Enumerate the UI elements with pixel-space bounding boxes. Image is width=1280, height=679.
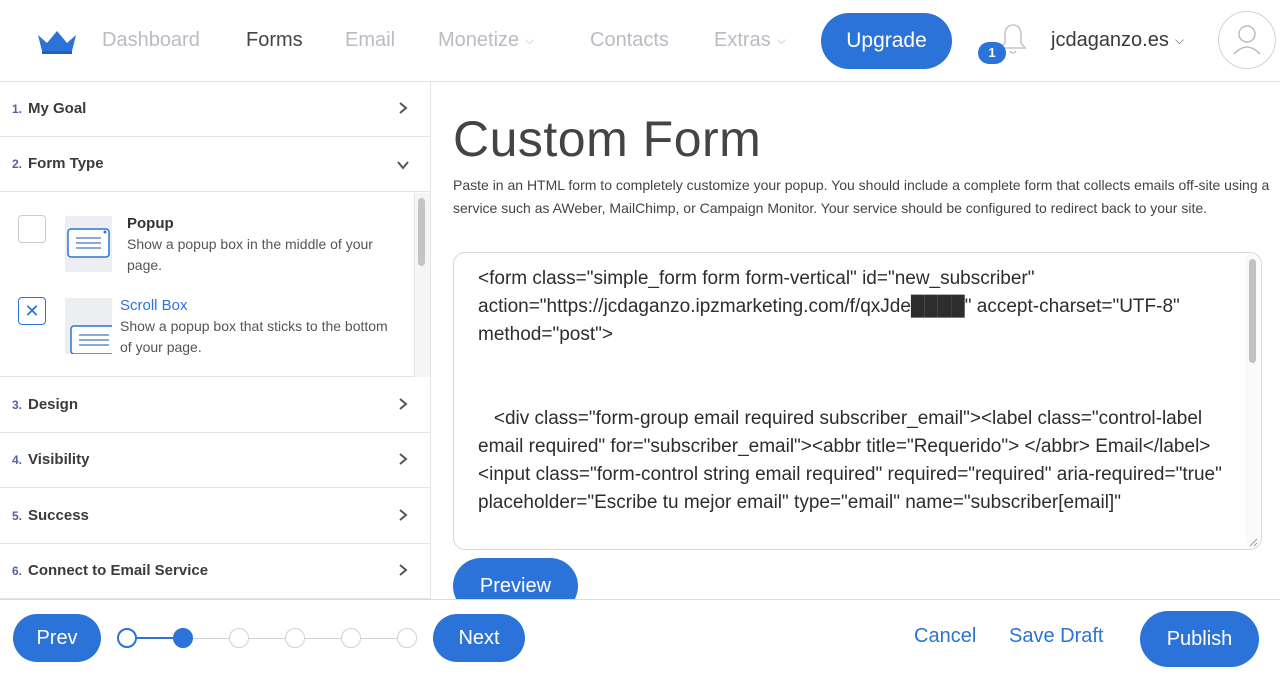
account-menu[interactable]: jcdaganzo.es ⌵ [1051, 29, 1184, 52]
progress-dot[interactable] [397, 628, 417, 648]
wizard-sidebar: 1. My Goal 2. Form Type Popup Show a pop… [0, 82, 431, 599]
popup-checkbox[interactable] [18, 215, 46, 243]
notification-count-badge: 1 [978, 42, 1006, 64]
next-button[interactable]: Next [433, 614, 525, 662]
avatar[interactable] [1218, 11, 1276, 69]
crown-logo-icon[interactable] [36, 29, 78, 55]
progress-line-complete [135, 637, 175, 639]
resize-handle-icon[interactable] [1248, 537, 1258, 547]
progress-dot[interactable] [229, 628, 249, 648]
form-type-options: Popup Show a popup box in the middle of … [0, 193, 430, 377]
scroll-box-layout-icon [70, 325, 116, 355]
nav-monetize[interactable]: Monetize ⌵ [438, 29, 534, 52]
chevron-down-icon [397, 161, 409, 170]
step-label: Design [28, 396, 79, 413]
step-number: 6. [12, 564, 23, 578]
step-success[interactable]: 5. Success [0, 489, 430, 544]
custom-form-html-textarea[interactable]: <form class="simple_form form form-verti… [453, 252, 1262, 550]
step-label: Success [28, 507, 89, 524]
nav-dashboard[interactable]: Dashboard [102, 29, 200, 52]
step-my-goal[interactable]: 1. My Goal [0, 82, 430, 137]
textarea-scrollbar-thumb[interactable] [1249, 259, 1256, 363]
step-label: My Goal [28, 100, 87, 117]
cancel-button[interactable]: Cancel [914, 625, 976, 648]
chevron-down-icon: ⌵ [1174, 33, 1184, 47]
top-navbar: Dashboard Forms Email Monetize ⌵ Contacts… [0, 0, 1280, 82]
step-connect-email-service[interactable]: 6. Connect to Email Service [0, 544, 430, 599]
popup-layout-icon [67, 228, 110, 258]
step-number: 2. [12, 157, 23, 171]
nav-forms[interactable]: Forms [246, 29, 303, 52]
step-number: 1. [12, 102, 23, 116]
popup-option-title[interactable]: Popup [127, 215, 174, 232]
nav-extras[interactable]: Extras ⌵ [714, 29, 786, 52]
step-label: Connect to Email Service [28, 562, 209, 579]
chevron-right-icon [399, 564, 408, 576]
nav-email[interactable]: Email [345, 29, 395, 52]
step-label: Visibility [28, 451, 90, 468]
prev-button[interactable]: Prev [13, 614, 101, 662]
user-icon [1233, 25, 1261, 55]
step-form-type[interactable]: 2. Form Type [0, 137, 430, 192]
chevron-down-icon: ⌵ [525, 33, 535, 47]
chevron-right-icon [399, 453, 408, 465]
page: Dashboard Forms Email Monetize ⌵ Contacts… [0, 0, 1280, 679]
page-description: Paste in an HTML form to completely cust… [453, 177, 1270, 216]
step-number: 5. [12, 509, 23, 523]
chevron-down-icon: ⌵ [776, 33, 786, 47]
popup-thumbnail [65, 216, 112, 272]
step-label: Form Type [28, 155, 104, 172]
page-title: Custom Form [453, 111, 762, 167]
progress-dot[interactable] [117, 628, 137, 648]
step-number: 3. [12, 398, 23, 412]
upgrade-button[interactable]: Upgrade [821, 13, 952, 69]
chevron-right-icon [399, 102, 408, 114]
wizard-footer: Prev Next Cancel Save Draft Publish [0, 599, 1280, 679]
publish-button[interactable]: Publish [1140, 611, 1259, 667]
chevron-right-icon [399, 398, 408, 410]
popup-option-description: Show a popup box in the middle of your p… [127, 236, 373, 273]
scroll-box-option-title[interactable]: Scroll Box [120, 297, 188, 314]
step-visibility[interactable]: 4. Visibility [0, 433, 430, 488]
preview-button[interactable]: Preview [453, 558, 578, 599]
progress-dot[interactable] [285, 628, 305, 648]
scroll-box-thumbnail [65, 298, 116, 355]
main-content: Custom Form Paste in an HTML form to com… [432, 82, 1280, 599]
scroll-box-option-description: Show a popup box that sticks to the bott… [120, 318, 388, 355]
chevron-right-icon [399, 509, 408, 521]
nav-contacts[interactable]: Contacts [590, 29, 669, 52]
save-draft-button[interactable]: Save Draft [1009, 625, 1103, 648]
custom-form-html-code[interactable]: <form class="simple_form form form-verti… [478, 265, 1238, 517]
step-number: 4. [12, 453, 23, 467]
progress-dot-current[interactable] [173, 628, 193, 648]
options-scrollbar-thumb[interactable] [418, 198, 425, 266]
step-design[interactable]: 3. Design [0, 378, 430, 433]
scroll-box-checkbox[interactable]: ✕ [18, 297, 46, 325]
progress-dot[interactable] [341, 628, 361, 648]
